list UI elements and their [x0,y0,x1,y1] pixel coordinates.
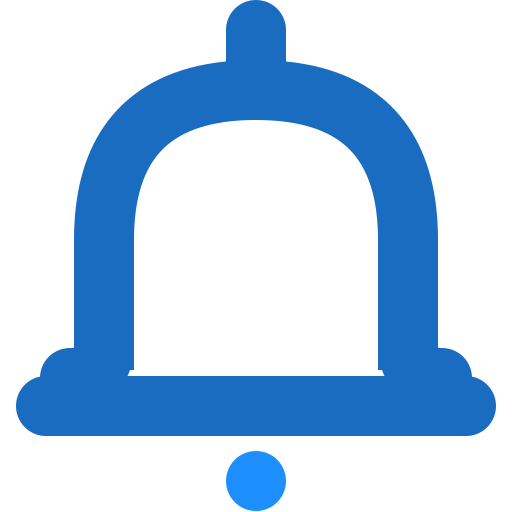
bell-left-flare [40,315,134,408]
bell-icon [16,0,496,511]
bell-clapper-dot [226,451,286,511]
bell-right-flare [378,315,472,408]
bell-icon-canvas [0,0,512,512]
bell-body-outline [74,60,438,370]
